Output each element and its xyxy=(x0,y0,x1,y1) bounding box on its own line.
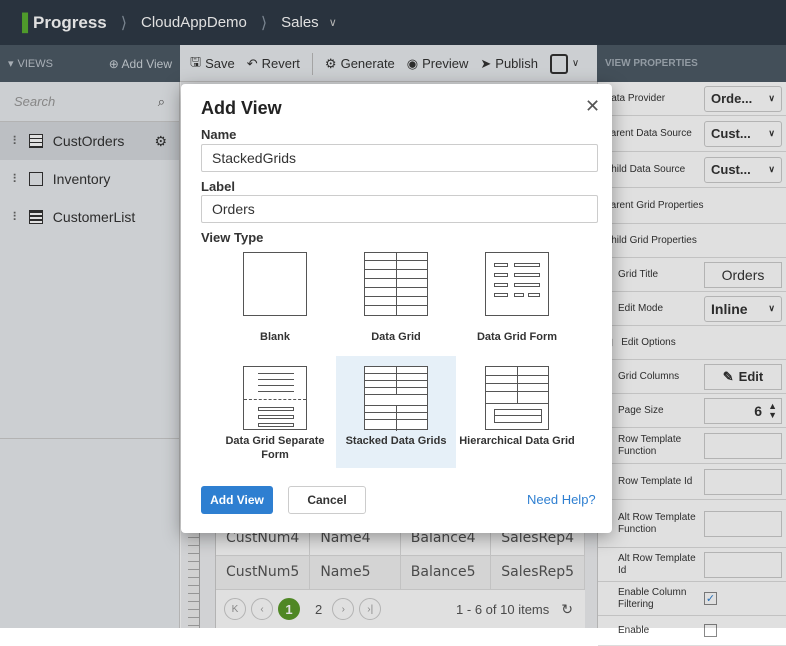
name-label: Name xyxy=(201,127,237,142)
data-grid-icon xyxy=(364,252,428,316)
need-help-link[interactable]: Need Help? xyxy=(527,492,596,507)
view-type-stacked-data-grids[interactable]: Stacked Data Grids xyxy=(336,356,456,468)
view-type-label: Blank xyxy=(260,331,290,343)
view-type-blank[interactable]: Blank xyxy=(215,242,335,354)
name-field[interactable]: StackedGrids xyxy=(201,144,598,172)
view-type-hierarchical-data-grid[interactable]: Hierarchical Data Grid xyxy=(457,356,577,468)
close-icon[interactable]: ✕ xyxy=(585,96,600,117)
stacked-data-grids-icon xyxy=(364,366,428,431)
view-type-label: Data Grid Form xyxy=(476,331,558,343)
view-type-label: Data Grid Separate Form xyxy=(225,435,325,461)
view-type-data-grid[interactable]: Data Grid xyxy=(336,242,456,354)
view-type-data-grid-separate-form[interactable]: Data Grid Separate Form xyxy=(215,356,335,468)
cancel-button[interactable]: Cancel xyxy=(288,486,366,514)
data-grid-form-icon xyxy=(485,252,549,316)
label-label: Label xyxy=(201,179,235,194)
view-type-label: Data Grid xyxy=(371,331,421,343)
label-field[interactable]: Orders xyxy=(201,195,598,223)
hierarchical-data-grid-icon xyxy=(485,366,549,430)
add-view-dialog: Add View ✕ Name StackedGrids Label Order… xyxy=(181,84,612,533)
view-type-data-grid-form[interactable]: Data Grid Form xyxy=(457,242,577,354)
add-view-button[interactable]: Add View xyxy=(201,486,273,514)
view-type-label: Stacked Data Grids xyxy=(345,435,447,447)
dialog-title: Add View xyxy=(201,98,282,118)
data-grid-separate-form-icon xyxy=(243,366,307,430)
view-type-label: Hierarchical Data Grid xyxy=(459,435,575,447)
blank-icon xyxy=(243,252,307,316)
